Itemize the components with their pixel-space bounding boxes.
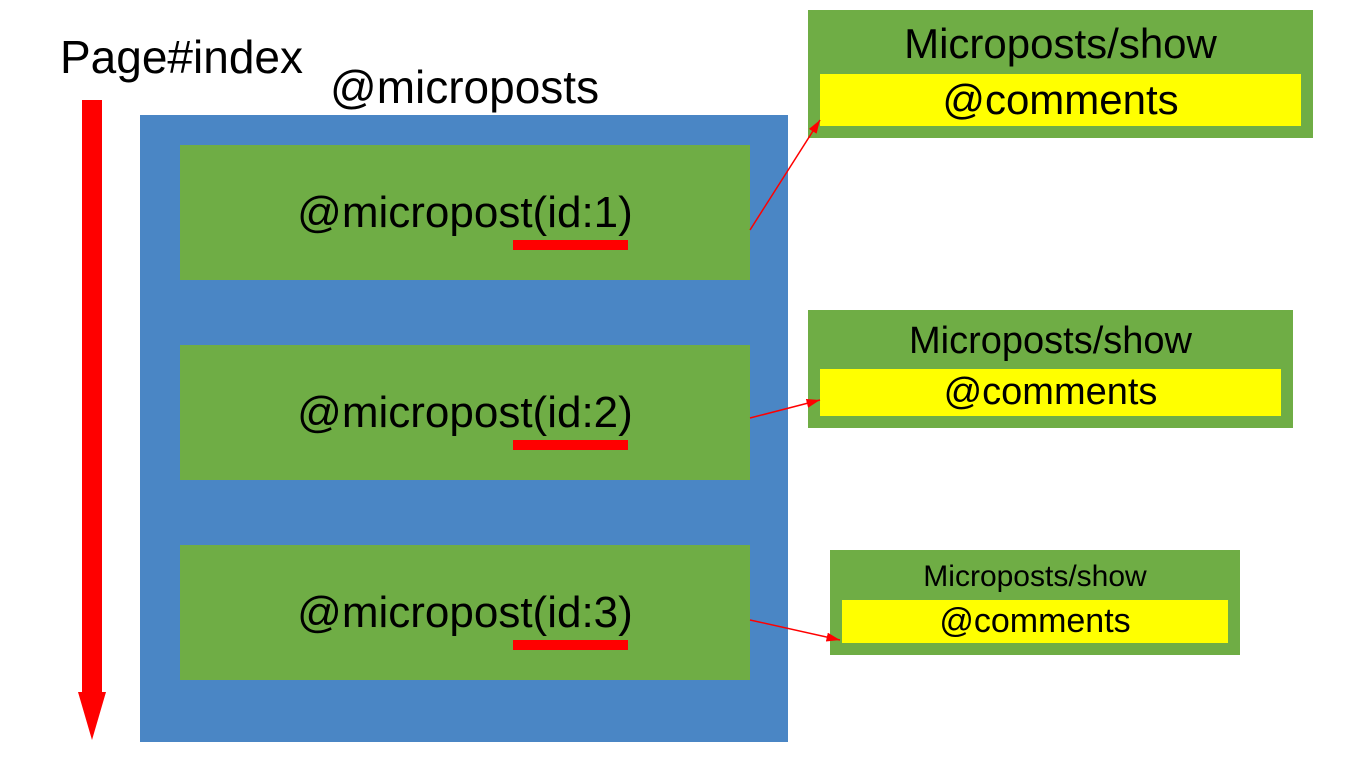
id-underline-icon <box>513 240 628 250</box>
microposts-collection-label: @microposts <box>330 60 599 114</box>
show-box-2: Microposts/show @comments <box>808 310 1293 428</box>
micropost-item-label: @micropost(id:1) <box>297 188 633 237</box>
show-box-title: Microposts/show <box>842 560 1228 594</box>
id-underline-icon <box>513 640 628 650</box>
comments-label: @comments <box>820 74 1301 126</box>
micropost-item-label: @micropost(id:3) <box>297 588 633 637</box>
show-box-title: Microposts/show <box>820 320 1281 363</box>
index-flow-arrow-icon <box>78 100 106 740</box>
show-box-1: Microposts/show @comments <box>808 10 1313 138</box>
id-underline-icon <box>513 440 628 450</box>
comments-label: @comments <box>820 369 1281 416</box>
comments-label: @comments <box>842 600 1228 643</box>
micropost-item-label: @micropost(id:2) <box>297 388 633 437</box>
page-index-title: Page#index <box>60 30 303 84</box>
show-box-title: Microposts/show <box>820 20 1301 68</box>
micropost-item-1: @micropost(id:1) <box>180 145 750 280</box>
micropost-item-2: @micropost(id:2) <box>180 345 750 480</box>
show-box-3: Microposts/show @comments <box>830 550 1240 655</box>
microposts-container: @micropost(id:1) @micropost(id:2) @micro… <box>140 115 788 742</box>
micropost-item-3: @micropost(id:3) <box>180 545 750 680</box>
